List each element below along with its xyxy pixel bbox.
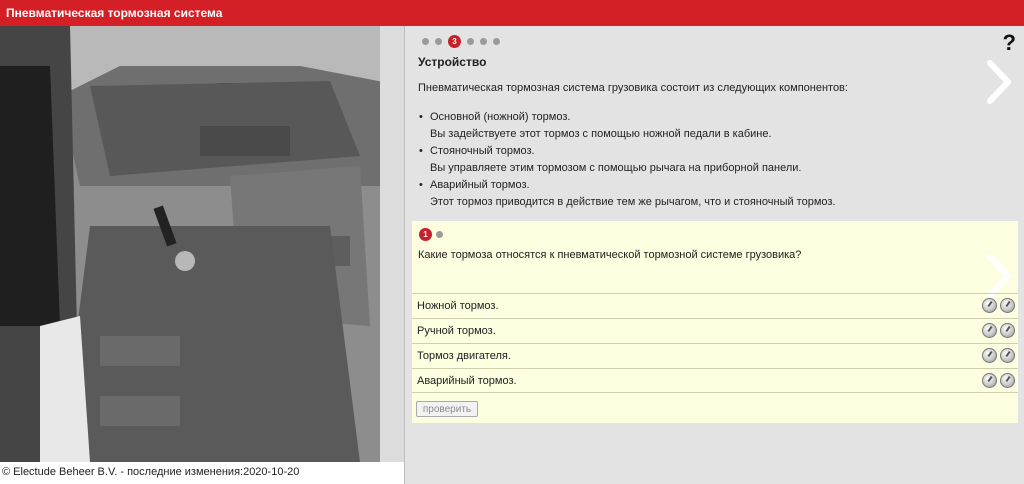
list-item: Аварийный тормоз. Этот тормоз приводится… <box>418 177 978 211</box>
component-list: Основной (ножной) тормоз. Вы задействует… <box>418 109 978 211</box>
answer-row: Тормоз двигателя. <box>412 343 1018 368</box>
section-title: Устройство <box>418 55 487 69</box>
copyright-text: © Electude Beheer B.V. - последние измен… <box>2 466 300 478</box>
page-pager: 3 <box>422 35 506 48</box>
question-dot[interactable] <box>436 231 443 238</box>
pager-dot[interactable] <box>422 38 429 45</box>
answer-yes-radio[interactable] <box>982 373 997 388</box>
quiz-panel: 1 Какие тормоза относятся к пневматическ… <box>412 221 1018 423</box>
answer-label: Аварийный тормоз. <box>417 375 517 387</box>
list-item-desc: Этот тормоз приводится в действие тем же… <box>430 196 836 208</box>
question-dot-active[interactable]: 1 <box>419 228 432 241</box>
list-item-desc: Вы управляете этим тормозом с помощью ры… <box>430 162 802 174</box>
answer-no-radio[interactable] <box>1000 373 1015 388</box>
pager-dot[interactable] <box>467 38 474 45</box>
answer-row: Аварийный тормоз. <box>412 368 1018 393</box>
answer-no-radio[interactable] <box>1000 348 1015 363</box>
question-pager: 1 <box>419 228 443 241</box>
app-title-bar: Пневматическая тормозная система <box>0 0 1024 26</box>
list-item: Основной (ножной) тормоз. Вы задействует… <box>418 109 978 143</box>
answer-row: Ручной тормоз. <box>412 318 1018 343</box>
content-panel: 3 ? Устройство Пневматическая тормозная … <box>404 26 1024 484</box>
question-text: Какие тормоза относятся к пневматической… <box>418 249 802 261</box>
next-page-arrow-icon[interactable] <box>986 59 1014 105</box>
list-item: Стояночный тормоз. Вы управляете этим то… <box>418 143 978 177</box>
answer-row: Ножной тормоз. <box>412 293 1018 318</box>
answer-yes-radio[interactable] <box>982 323 997 338</box>
pager-dot[interactable] <box>435 38 442 45</box>
answer-yes-radio[interactable] <box>982 348 997 363</box>
list-item-title: Основной (ножной) тормоз. <box>430 111 571 123</box>
list-item-title: Аварийный тормоз. <box>430 179 530 191</box>
truck-cabin-illustration <box>0 26 404 462</box>
answer-label: Ручной тормоз. <box>417 325 496 337</box>
list-item-title: Стояночный тормоз. <box>430 145 535 157</box>
pager-dot-active[interactable]: 3 <box>448 35 461 48</box>
illustration-panel: © Electude Beheer B.V. - последние измен… <box>0 26 404 484</box>
page-title: Пневматическая тормозная система <box>6 6 223 20</box>
pager-dot[interactable] <box>480 38 487 45</box>
answer-label: Тормоз двигателя. <box>417 350 511 362</box>
answer-no-radio[interactable] <box>1000 323 1015 338</box>
answer-yes-radio[interactable] <box>982 298 997 313</box>
answer-list: Ножной тормоз. Ручной тормоз. Тормоз дви… <box>412 293 1018 393</box>
answer-no-radio[interactable] <box>1000 298 1015 313</box>
help-button[interactable]: ? <box>1003 30 1016 56</box>
pager-dot[interactable] <box>493 38 500 45</box>
answer-label: Ножной тормоз. <box>417 300 499 312</box>
check-button[interactable]: проверить <box>416 401 478 417</box>
list-item-desc: Вы задействуете этот тормоз с помощью но… <box>430 128 772 140</box>
intro-text: Пневматическая тормозная система грузови… <box>418 82 848 94</box>
